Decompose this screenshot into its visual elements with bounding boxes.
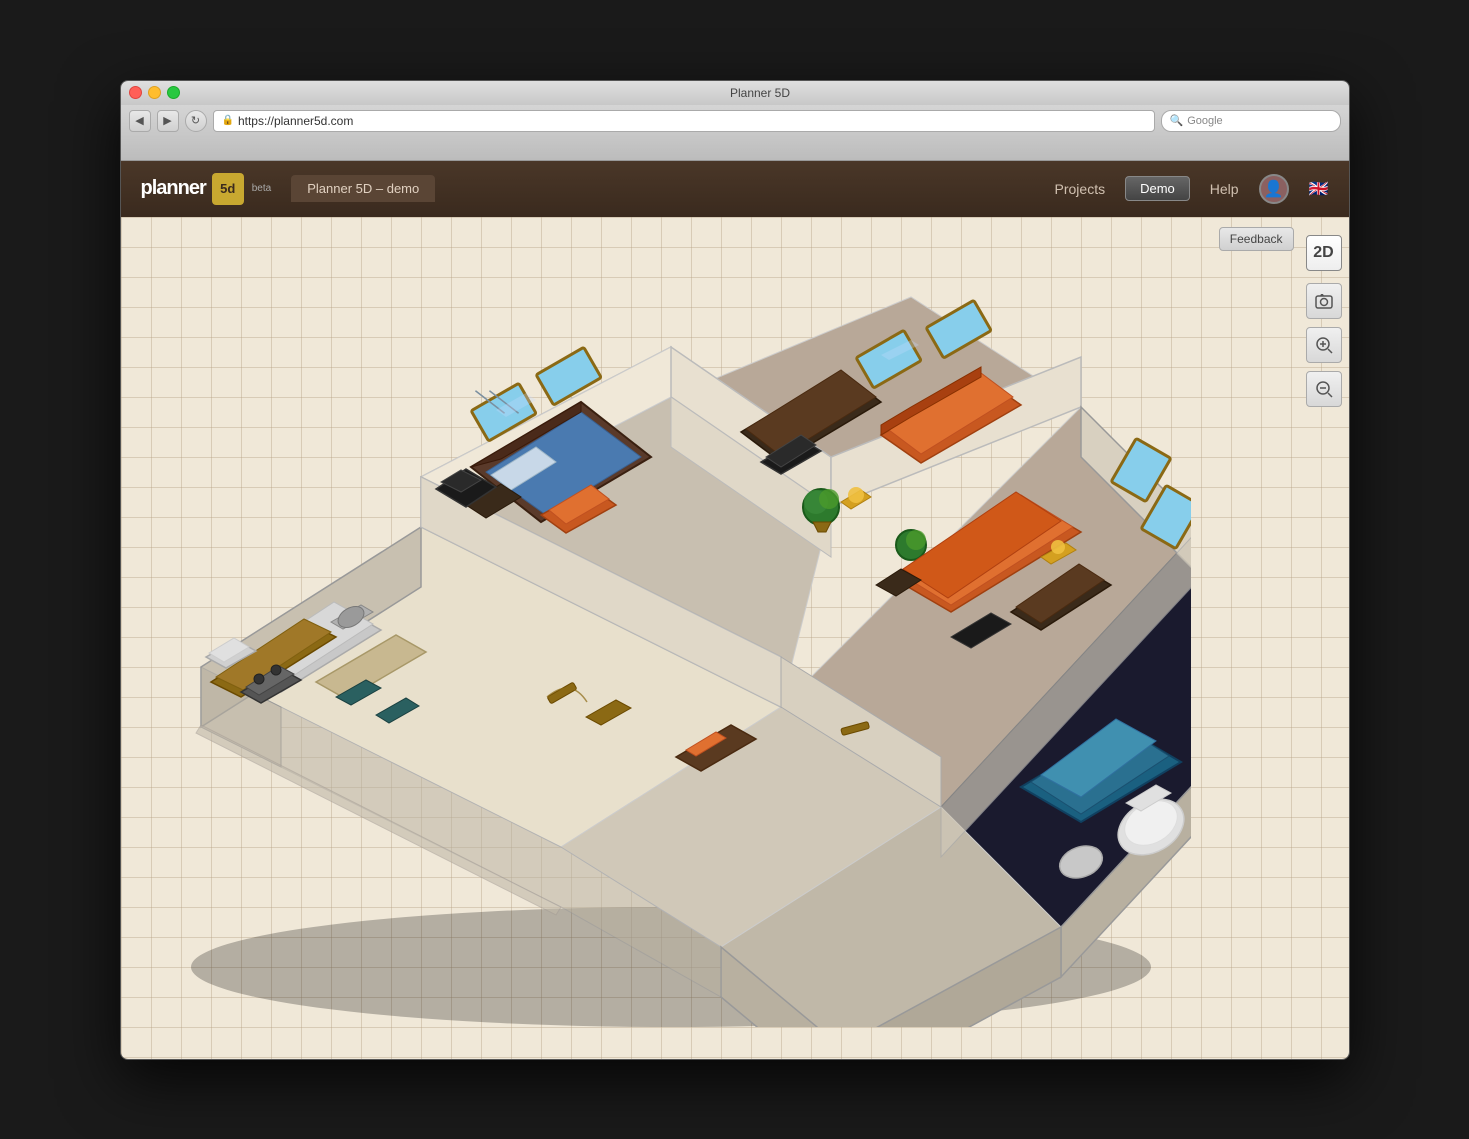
browser-toolbar: ◀ ▶ ↻ 🔒 https://planner5d.com 🔍 Google (121, 105, 1349, 137)
camera-icon (1314, 291, 1334, 311)
lock-icon: 🔒 (222, 115, 234, 126)
url-text: https://planner5d.com (238, 114, 353, 128)
logo-area: planner 5d beta (141, 173, 272, 205)
window-controls (129, 86, 180, 99)
close-button[interactable] (129, 86, 142, 99)
back-button[interactable]: ◀ (129, 110, 151, 132)
main-area: Feedback 2D (121, 217, 1349, 1059)
zoom-out-icon (1314, 379, 1334, 399)
floor-plan-container[interactable] (141, 247, 1289, 1039)
screenshot-button[interactable] (1306, 283, 1342, 319)
search-bar[interactable]: 🔍 Google (1161, 110, 1341, 132)
user-avatar[interactable]: 👤 (1259, 174, 1289, 204)
zoom-in-icon (1314, 335, 1334, 355)
project-name-tab[interactable]: Planner 5D – demo (291, 175, 435, 202)
minimize-button[interactable] (148, 86, 161, 99)
zoom-out-button[interactable] (1306, 371, 1342, 407)
maximize-button[interactable] (167, 86, 180, 99)
logo-text: planner (141, 177, 206, 200)
search-icon: 🔍 (1170, 114, 1184, 127)
browser-chrome: ◀ ▶ ↻ 🔒 https://planner5d.com 🔍 Google (121, 105, 1349, 161)
nav-help[interactable]: Help (1210, 181, 1239, 197)
view-2d-button[interactable]: 2D (1306, 235, 1342, 271)
window-title: Planner 5D (180, 86, 1341, 100)
logo-icon: 5d (212, 173, 244, 205)
title-bar: Planner 5D (121, 81, 1349, 105)
nav-demo-button[interactable]: Demo (1125, 176, 1190, 201)
reload-button[interactable]: ↻ (185, 110, 207, 132)
zoom-in-button[interactable] (1306, 327, 1342, 363)
nav-projects[interactable]: Projects (1055, 181, 1106, 197)
forward-button[interactable]: ▶ (157, 110, 179, 132)
right-sidebar: Feedback 2D (1299, 217, 1349, 1059)
language-flag[interactable]: 🇬🇧 (1309, 179, 1329, 199)
feedback-button[interactable]: Feedback (1219, 227, 1294, 251)
header-nav: Projects Demo Help 👤 🇬🇧 (1055, 174, 1329, 204)
floor-plan-svg (141, 247, 1191, 1027)
beta-badge: beta (252, 183, 271, 194)
app-header: planner 5d beta Planner 5D – demo Projec… (121, 161, 1349, 217)
mac-window: Planner 5D ◀ ▶ ↻ 🔒 https://planner5d.com… (120, 80, 1350, 1060)
url-bar[interactable]: 🔒 https://planner5d.com (213, 110, 1155, 132)
search-placeholder: Google (1187, 115, 1222, 127)
